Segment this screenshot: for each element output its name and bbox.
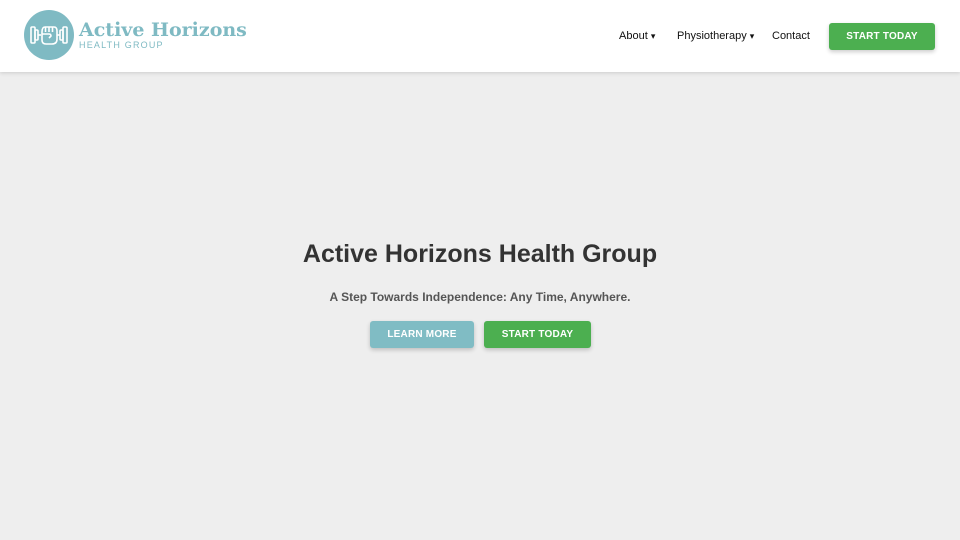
logo-subtitle: HEALTH GROUP — [79, 40, 164, 50]
header-start-today-button[interactable]: START TODAY — [829, 23, 935, 50]
logo-text: Active Horizons HEALTH GROUP — [79, 20, 247, 50]
site-logo[interactable]: Active Horizons HEALTH GROUP — [24, 10, 247, 60]
hero-subtitle: A Step Towards Independence: Any Time, A… — [329, 290, 631, 304]
hero-start-today-button[interactable]: START TODAY — [484, 321, 591, 348]
nav-item-label: Physiotherapy — [677, 30, 747, 42]
nav-item-contact[interactable]: Contact — [772, 30, 810, 43]
fist-dumbbell-icon — [24, 10, 74, 60]
learn-more-button[interactable]: LEARN MORE — [370, 321, 474, 348]
nav-item-label: About — [619, 30, 648, 42]
nav-item-physiotherapy[interactable]: Physiotherapy ▾ — [677, 30, 754, 43]
chevron-down-icon: ▾ — [650, 31, 656, 41]
hero-title: Active Horizons Health Group — [302, 240, 658, 268]
chevron-down-icon: ▾ — [749, 31, 755, 41]
nav-item-label: Contact — [772, 30, 810, 42]
site-header: Active Horizons HEALTH GROUP About ▾ Phy… — [0, 0, 960, 72]
logo-title: Active Horizons — [79, 19, 247, 41]
nav-item-about[interactable]: About ▾ — [619, 30, 655, 43]
